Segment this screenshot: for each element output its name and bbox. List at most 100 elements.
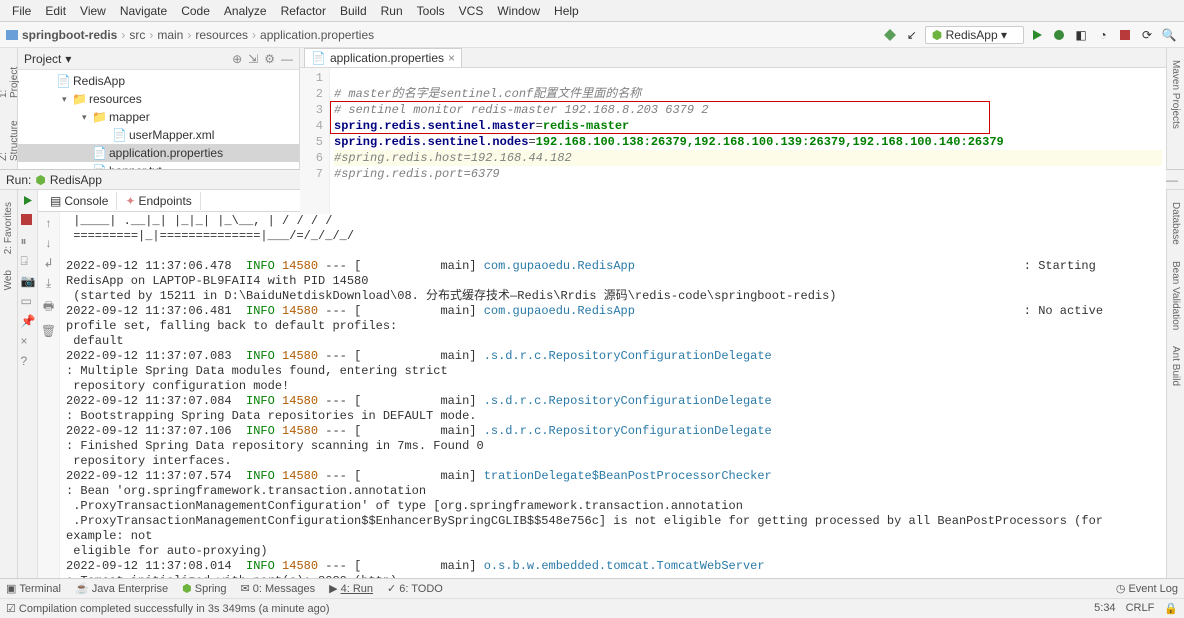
tab-web[interactable]: Web bbox=[2, 266, 15, 294]
down-icon[interactable]: ↙ bbox=[903, 26, 921, 44]
project-icon bbox=[6, 29, 18, 41]
tab-project[interactable]: 1: Project bbox=[0, 56, 21, 102]
properties-icon: 📄 bbox=[92, 146, 106, 160]
tree-node-mapper[interactable]: mapper bbox=[109, 110, 150, 124]
menu-navigate[interactable]: Navigate bbox=[114, 2, 173, 20]
exit-icon[interactable]: ⍈ bbox=[21, 254, 35, 268]
bc-main[interactable]: main bbox=[157, 28, 183, 42]
vcs-update-icon[interactable]: ⟳ bbox=[1138, 26, 1156, 44]
line-separator[interactable]: CRLF bbox=[1126, 602, 1155, 615]
build-icon[interactable] bbox=[881, 26, 899, 44]
right-dock-lower: Database Bean Validation Ant Build bbox=[1166, 190, 1184, 578]
code-editor[interactable]: 1234567 # master的名字是sentinel.conf配置文件里面的… bbox=[300, 68, 1166, 214]
cursor-position[interactable]: 5:34 bbox=[1094, 602, 1115, 615]
menu-view[interactable]: View bbox=[74, 2, 112, 20]
run-toolbar: ⏸ ⍈ 📷 ▭ 📌 × ? bbox=[18, 190, 38, 578]
tree-node-root[interactable]: RedisApp bbox=[73, 74, 125, 88]
spring-icon: ⬢ bbox=[932, 28, 942, 42]
left-dock-lower: 2: Favorites Web bbox=[0, 190, 18, 578]
close-icon[interactable]: × bbox=[448, 51, 455, 65]
left-dock: 1: Project Z: Structure bbox=[0, 48, 18, 169]
run-config-selector[interactable]: ⬢ RedisApp ▾ bbox=[925, 26, 1024, 44]
bc-src[interactable]: src bbox=[129, 28, 145, 42]
gear-icon[interactable]: ⚙ bbox=[264, 52, 275, 66]
clear-icon[interactable]: 🗑 bbox=[41, 324, 56, 338]
print-icon[interactable]: 🖶 bbox=[43, 297, 54, 318]
breadcrumb[interactable]: springboot-redis› src› main› resources› … bbox=[6, 28, 374, 42]
project-tree[interactable]: 📄RedisApp ▾📁resources ▾📁mapper 📄userMapp… bbox=[18, 70, 299, 169]
tab-bean[interactable]: Bean Validation bbox=[1169, 257, 1182, 334]
stop-button[interactable] bbox=[1116, 26, 1134, 44]
pin-icon[interactable]: 📌 bbox=[21, 314, 35, 328]
menu-edit[interactable]: Edit bbox=[39, 2, 72, 20]
wrap-icon[interactable]: ↲ bbox=[43, 256, 53, 270]
bc-file[interactable]: application.properties bbox=[260, 28, 374, 42]
run-button[interactable] bbox=[1028, 26, 1046, 44]
menu-code[interactable]: Code bbox=[175, 2, 216, 20]
search-icon[interactable]: 🔍 bbox=[1160, 26, 1178, 44]
rerun-icon[interactable] bbox=[21, 194, 35, 208]
tree-node-usermapper[interactable]: userMapper.xml bbox=[129, 128, 214, 142]
editor: 📄 application.properties × 1234567 # mas… bbox=[300, 48, 1166, 169]
menu-run[interactable]: Run bbox=[375, 2, 409, 20]
tab-messages[interactable]: ✉ 0: Messages bbox=[241, 582, 316, 595]
editor-tab-appprops[interactable]: 📄 application.properties × bbox=[304, 48, 462, 67]
coverage-icon[interactable]: ◧ bbox=[1072, 26, 1090, 44]
layout-icon[interactable]: ▭ bbox=[21, 294, 35, 308]
dump-icon[interactable]: 📷 bbox=[21, 274, 35, 288]
editor-gutter: 1234567 bbox=[300, 68, 330, 214]
help-icon[interactable]: ? bbox=[21, 354, 35, 368]
menu-analyze[interactable]: Analyze bbox=[218, 2, 273, 20]
bc-resources[interactable]: resources bbox=[195, 28, 248, 42]
tab-ant[interactable]: Ant Build bbox=[1169, 342, 1182, 390]
tab-endpoints[interactable]: ✦Endpoints bbox=[117, 192, 200, 210]
hide-icon[interactable]: — bbox=[1166, 173, 1178, 187]
tab-spring[interactable]: ⬢ Spring bbox=[182, 582, 226, 595]
tab-favorites[interactable]: 2: Favorites bbox=[2, 198, 15, 258]
tab-todo[interactable]: ✓ 6: TODO bbox=[387, 582, 443, 595]
xml-icon: 📄 bbox=[112, 128, 126, 142]
console-output[interactable]: ↑ ↓ ↲ ⤓ 🖶 🗑 |____| .__|_| |_|_| |_\__, |… bbox=[38, 212, 1166, 578]
folder-icon: 📁 bbox=[92, 110, 106, 124]
menu-help[interactable]: Help bbox=[548, 2, 585, 20]
tab-run[interactable]: ▶ 4: Run bbox=[329, 582, 373, 595]
txt-icon: 📄 bbox=[92, 164, 106, 169]
status-message: ☑ Compilation completed successfully in … bbox=[6, 602, 330, 615]
bc-project[interactable]: springboot-redis bbox=[22, 28, 117, 42]
tab-console[interactable]: ▤Console bbox=[42, 192, 117, 210]
lock-icon[interactable]: 🔒 bbox=[1164, 602, 1178, 615]
down-icon[interactable]: ↓ bbox=[46, 236, 52, 250]
tab-database[interactable]: Database bbox=[1169, 198, 1182, 249]
status-bar: ☑ Compilation completed successfully in … bbox=[0, 598, 1184, 618]
close-icon[interactable]: × bbox=[21, 334, 35, 348]
profiler-icon[interactable]: ◔ bbox=[1094, 26, 1112, 44]
tree-node-banner[interactable]: banner.txt bbox=[109, 164, 162, 169]
locate-icon[interactable]: ⊕ bbox=[232, 52, 242, 66]
menu-vcs[interactable]: VCS bbox=[453, 2, 490, 20]
up-icon[interactable]: ↑ bbox=[46, 216, 52, 230]
debug-button[interactable] bbox=[1050, 26, 1068, 44]
collapse-icon[interactable]: ⇲ bbox=[248, 52, 258, 66]
tree-node-appprops[interactable]: application.properties bbox=[109, 146, 223, 160]
menu-file[interactable]: File bbox=[6, 2, 37, 20]
editor-tab-label: application.properties bbox=[330, 51, 444, 65]
properties-icon: 📄 bbox=[311, 51, 326, 65]
stop-icon[interactable] bbox=[21, 214, 35, 228]
tab-maven[interactable]: Maven Projects bbox=[1169, 56, 1182, 133]
tree-node-resources[interactable]: resources bbox=[89, 92, 142, 106]
menu-build[interactable]: Build bbox=[334, 2, 373, 20]
menu-tools[interactable]: Tools bbox=[411, 2, 451, 20]
project-title: Project bbox=[24, 52, 61, 66]
spring-icon: ⬢ bbox=[35, 173, 45, 187]
hide-icon[interactable]: — bbox=[281, 52, 293, 66]
tab-structure[interactable]: Z: Structure bbox=[0, 110, 21, 165]
run-label: Run: bbox=[6, 173, 31, 187]
menu-refactor[interactable]: Refactor bbox=[275, 2, 332, 20]
pause-icon[interactable]: ⏸ bbox=[21, 234, 35, 248]
tab-javaee[interactable]: ☕ Java Enterprise bbox=[75, 582, 168, 595]
navigation-bar: springboot-redis› src› main› resources› … bbox=[0, 22, 1184, 48]
tab-eventlog[interactable]: ◷ Event Log bbox=[1116, 582, 1178, 595]
tab-terminal[interactable]: ▣ Terminal bbox=[6, 582, 61, 595]
scroll-icon[interactable]: ⤓ bbox=[46, 276, 51, 291]
menu-window[interactable]: Window bbox=[491, 2, 546, 20]
